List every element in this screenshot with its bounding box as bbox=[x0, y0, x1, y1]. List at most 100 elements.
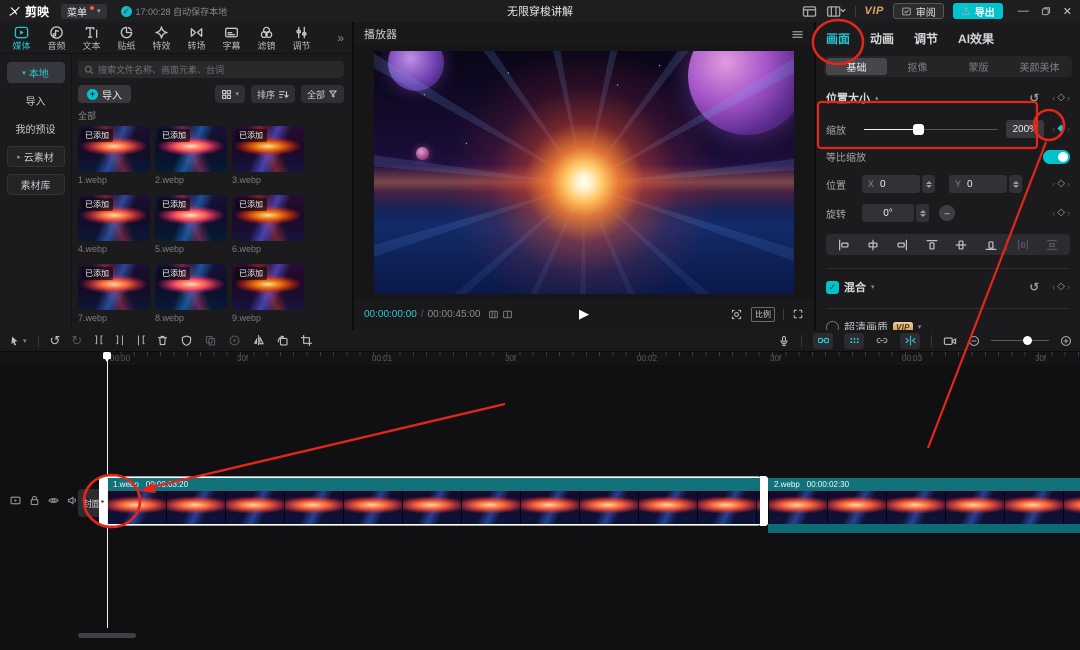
sidebar-item-local[interactable]: ▾本地 bbox=[7, 62, 65, 83]
rotate-button[interactable] bbox=[276, 334, 289, 347]
reset-icon[interactable]: ↺ bbox=[1029, 281, 1039, 293]
timeline-zoom-slider[interactable] bbox=[991, 335, 1049, 347]
tab-picture[interactable]: 画面 bbox=[826, 30, 850, 47]
freeze-frame-button[interactable] bbox=[228, 334, 241, 347]
trim-handle-left[interactable]: ▸ bbox=[99, 476, 107, 525]
export-button[interactable]: 导出 bbox=[953, 3, 1003, 19]
uniform-scale-toggle[interactable] bbox=[1043, 150, 1070, 164]
keyframe-diamond-icon[interactable]: ◇ bbox=[1057, 282, 1065, 292]
minimize-button[interactable]: — bbox=[1018, 5, 1029, 17]
align-center-horizontal-button[interactable] bbox=[859, 238, 886, 252]
blend-checkbox[interactable]: ✓ bbox=[826, 281, 839, 294]
media-item[interactable]: 已添加1.webp bbox=[78, 126, 150, 185]
subtab-beauty[interactable]: 美颜美体 bbox=[1009, 58, 1070, 75]
keyframe-diamond-icon[interactable]: ◇ bbox=[1057, 93, 1065, 103]
prev-keyframe-icon[interactable]: ‹ bbox=[1052, 124, 1055, 134]
position-y-stepper[interactable] bbox=[1009, 175, 1022, 193]
sidebar-item-cloud[interactable]: ▸云素材 bbox=[7, 146, 65, 167]
reset-icon[interactable]: ↺ bbox=[1029, 92, 1039, 104]
crop-button[interactable] bbox=[300, 334, 313, 347]
mask-button[interactable] bbox=[180, 334, 193, 347]
restore-button[interactable] bbox=[1041, 6, 1051, 16]
delete-button[interactable] bbox=[156, 334, 169, 347]
vip-badge[interactable]: VIP bbox=[865, 5, 884, 17]
align-bottom-button[interactable] bbox=[977, 238, 1004, 252]
sidebar-item-presets[interactable]: 我的预设 bbox=[7, 118, 65, 139]
media-item[interactable]: 已添加8.webp bbox=[155, 264, 227, 323]
next-keyframe-icon[interactable]: › bbox=[1067, 124, 1070, 134]
media-item[interactable]: 已添加9.webp bbox=[232, 264, 304, 323]
select-tool-button[interactable]: ▾ bbox=[8, 334, 27, 348]
align-left-button[interactable] bbox=[830, 238, 857, 252]
distribute-vertical-button[interactable] bbox=[1039, 238, 1066, 252]
media-item[interactable]: 已添加7.webp bbox=[78, 264, 150, 323]
copy-button[interactable] bbox=[204, 334, 217, 347]
record-voiceover-icon[interactable] bbox=[778, 334, 790, 348]
media-thumbnail[interactable]: 已添加 bbox=[78, 195, 150, 241]
media-thumbnail[interactable]: 已添加 bbox=[78, 126, 150, 172]
media-thumbnail[interactable]: 已添加 bbox=[232, 126, 304, 172]
menu-button[interactable]: 菜单▾ bbox=[61, 4, 107, 19]
trim-handle-right[interactable] bbox=[760, 476, 768, 525]
media-thumbnail[interactable]: 已添加 bbox=[232, 195, 304, 241]
scale-value[interactable]: 200% bbox=[1006, 120, 1044, 138]
search-input[interactable] bbox=[98, 65, 338, 75]
tab-ai-effects[interactable]: AI效果 bbox=[958, 30, 994, 47]
media-item[interactable]: 已添加6.webp bbox=[232, 195, 304, 254]
keyframe-diamond-active-icon[interactable]: ◆ bbox=[1057, 124, 1065, 134]
timeline-tracks[interactable]: 封面 ▸ 1.webp 00:00:03:20 2.webp 00:00:02:… bbox=[0, 365, 1080, 650]
screen-record-icon[interactable] bbox=[943, 335, 957, 347]
align-top-button[interactable] bbox=[918, 238, 945, 252]
main-track-magnet-toggle[interactable] bbox=[813, 333, 833, 349]
play-button[interactable]: ▶ bbox=[579, 306, 589, 322]
tab-effects[interactable]: 特效 bbox=[144, 25, 179, 51]
slider-handle[interactable] bbox=[913, 124, 924, 135]
link-toggle[interactable] bbox=[875, 334, 889, 347]
tab-text[interactable]: 文本 bbox=[74, 25, 109, 51]
hd-quality-checkbox[interactable] bbox=[826, 321, 839, 331]
horizontal-scrollbar[interactable] bbox=[78, 633, 136, 638]
keyframe-diamond-icon[interactable]: ◇ bbox=[1057, 208, 1065, 218]
more-tabs-button[interactable]: » bbox=[333, 31, 348, 45]
tab-filters[interactable]: 滤镜 bbox=[249, 25, 284, 51]
close-button[interactable]: ✕ bbox=[1063, 5, 1072, 18]
media-item[interactable]: 已添加5.webp bbox=[155, 195, 227, 254]
media-thumbnail[interactable]: 已添加 bbox=[155, 195, 227, 241]
tab-adjust[interactable]: 调节 bbox=[284, 25, 319, 51]
prev-keyframe-icon[interactable]: ‹ bbox=[1052, 93, 1055, 103]
media-item[interactable]: 已添加4.webp bbox=[78, 195, 150, 254]
fullscreen-icon[interactable] bbox=[792, 308, 804, 320]
position-x-stepper[interactable] bbox=[922, 175, 935, 193]
preview-axis-toggle[interactable] bbox=[900, 333, 920, 349]
rotate-field[interactable]: 0° bbox=[862, 204, 914, 222]
keyframe-diamond-icon[interactable]: ◇ bbox=[1057, 179, 1065, 189]
rotate-dial[interactable]: – bbox=[939, 205, 955, 221]
preview-quality-icon[interactable] bbox=[730, 308, 743, 321]
chevron-down-icon[interactable]: ▾ bbox=[918, 323, 922, 330]
tab-transitions[interactable]: 转场 bbox=[179, 25, 214, 51]
position-y-field[interactable]: Y0 bbox=[949, 175, 1007, 193]
split-button[interactable]: ][ bbox=[93, 335, 103, 346]
timeline-ruler[interactable]: 00:00 30f 00:01 30f 00:02 30f 00:03 30f bbox=[0, 352, 1080, 365]
search-bar[interactable] bbox=[78, 61, 344, 78]
auto-snap-toggle[interactable] bbox=[844, 333, 864, 349]
tab-captions[interactable]: 字幕 bbox=[214, 25, 249, 51]
view-mode-button[interactable]: ▾ bbox=[215, 85, 245, 103]
sort-button[interactable]: 排序 bbox=[251, 85, 295, 103]
clip-2-linked-strip[interactable] bbox=[768, 524, 1080, 533]
frame-view-buttons[interactable] bbox=[488, 309, 513, 320]
align-middle-vertical-button[interactable] bbox=[948, 238, 975, 252]
subtab-keying[interactable]: 抠像 bbox=[887, 58, 948, 75]
scale-slider[interactable] bbox=[864, 122, 998, 136]
next-keyframe-icon[interactable]: › bbox=[1067, 93, 1070, 103]
media-thumbnail[interactable]: 已添加 bbox=[155, 126, 227, 172]
tab-adjust[interactable]: 调节 bbox=[914, 30, 938, 47]
tab-audio[interactable]: 音频 bbox=[39, 25, 74, 51]
timeline-clip-2[interactable]: 2.webp 00:00:02:30 bbox=[768, 478, 1080, 524]
lock-track-icon[interactable] bbox=[28, 494, 41, 507]
subtab-basic[interactable]: 基础 bbox=[826, 58, 887, 75]
mirror-button[interactable] bbox=[252, 334, 265, 347]
tab-sticker[interactable]: 贴纸 bbox=[109, 25, 144, 51]
review-button[interactable]: 审阅 bbox=[893, 3, 944, 19]
align-right-button[interactable] bbox=[889, 238, 916, 252]
